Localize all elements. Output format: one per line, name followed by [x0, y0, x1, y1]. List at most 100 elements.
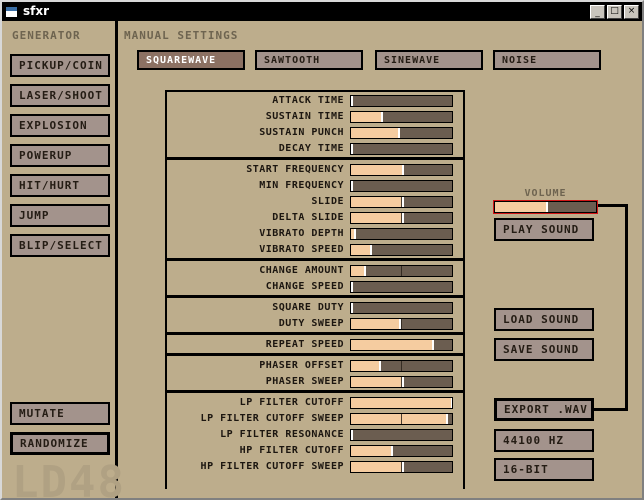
connector-line-vertical: [625, 204, 628, 411]
generator-button-jump[interactable]: JUMP: [10, 204, 110, 227]
param-row-decay-time: DECAY TIME: [165, 142, 465, 156]
generator-button-powerup[interactable]: POWERUP: [10, 144, 110, 167]
param-slider-knob-lp-filter-resonance: [351, 430, 353, 440]
panel-divider: [115, 21, 118, 498]
generator-button-blip-select[interactable]: BLIP/SELECT: [10, 234, 110, 257]
minimize-icon[interactable]: _: [590, 5, 605, 19]
param-row-phaser-sweep: PHASER SWEEP: [165, 375, 465, 389]
close-glyph: ×: [625, 5, 638, 17]
param-slider-knob-decay-time: [351, 144, 353, 154]
param-label-lp-filter-cutoff-sweep: LP FILTER CUTOFF SWEEP: [165, 413, 350, 425]
param-slider-phaser-sweep[interactable]: [350, 376, 453, 388]
param-slider-delta-slide[interactable]: [350, 212, 453, 224]
param-slider-attack-time[interactable]: [350, 95, 453, 107]
group-separator-duty-cycle: [165, 295, 465, 298]
param-slider-knob-phaser-offset: [379, 361, 381, 371]
param-slider-fill-delta-slide: [351, 213, 402, 223]
param-row-change-speed: CHANGE SPEED: [165, 280, 465, 294]
param-slider-slide[interactable]: [350, 196, 453, 208]
param-slider-knob-vibrato-speed: [370, 245, 372, 255]
param-slider-vibrato-speed[interactable]: [350, 244, 453, 256]
param-slider-change-speed[interactable]: [350, 281, 453, 293]
param-row-hp-filter-cutoff-sweep: HP FILTER CUTOFF SWEEP: [165, 460, 465, 474]
param-slider-square-duty[interactable]: [350, 302, 453, 314]
param-label-decay-time: DECAY TIME: [165, 143, 350, 155]
param-label-repeat-speed: REPEAT SPEED: [165, 339, 350, 351]
param-slider-fill-sustain-punch: [351, 128, 398, 138]
param-slider-min-frequency[interactable]: [350, 180, 453, 192]
load-sound-button[interactable]: LOAD SOUND: [494, 308, 594, 331]
wave-type-noise[interactable]: NOISE: [493, 50, 601, 70]
param-label-vibrato-speed: VIBRATO SPEED: [165, 244, 350, 256]
maximize-icon[interactable]: □: [607, 5, 622, 19]
param-label-square-duty: SQUARE DUTY: [165, 302, 350, 314]
param-slider-hp-filter-cutoff-sweep[interactable]: [350, 461, 453, 473]
param-row-attack-time: ATTACK TIME: [165, 94, 465, 108]
param-label-change-speed: CHANGE SPEED: [165, 281, 350, 293]
param-slider-fill-phaser-offset: [351, 361, 379, 371]
param-slider-start-frequency[interactable]: [350, 164, 453, 176]
window-controls: _ □ ×: [590, 5, 642, 19]
param-slider-fill-phaser-sweep: [351, 377, 402, 387]
param-slider-fill-vibrato-speed: [351, 245, 370, 255]
mutate-button[interactable]: MUTATE: [10, 402, 110, 425]
param-slider-fill-start-frequency: [351, 165, 402, 175]
param-row-vibrato-depth: VIBRATO DEPTH: [165, 227, 465, 241]
app-icon: [5, 6, 18, 18]
param-row-sustain-punch: SUSTAIN PUNCH: [165, 126, 465, 140]
param-label-lp-filter-cutoff: LP FILTER CUTOFF: [165, 397, 350, 409]
param-slider-decay-time[interactable]: [350, 143, 453, 155]
export-wav-button[interactable]: EXPORT .WAV: [494, 398, 594, 421]
volume-label: VOLUME: [494, 188, 597, 199]
param-slider-repeat-speed[interactable]: [350, 339, 453, 351]
connector-line-bottom: [594, 408, 628, 411]
bit-depth-button[interactable]: 16-BIT: [494, 458, 594, 481]
param-slider-sustain-time[interactable]: [350, 111, 453, 123]
group-separator-arpeggiation: [165, 258, 465, 261]
sfxr-window: sfxr _ □ × GENERATOR MANUAL SETTINGS PIC…: [0, 0, 644, 500]
param-slider-knob-duty-sweep: [399, 319, 401, 329]
wave-type-squarewave[interactable]: SQUAREWAVE: [137, 50, 245, 70]
param-slider-knob-lp-filter-cutoff-sweep: [446, 414, 448, 424]
group-separator-frequency: [165, 157, 465, 160]
close-icon[interactable]: ×: [624, 5, 639, 19]
param-label-hp-filter-cutoff: HP FILTER CUTOFF: [165, 445, 350, 457]
param-slider-lp-filter-cutoff-sweep[interactable]: [350, 413, 453, 425]
param-slider-fill-lp-filter-cutoff: [351, 398, 452, 408]
randomize-button[interactable]: RANDOMIZE: [10, 432, 110, 455]
group-separator-filters: [165, 390, 465, 393]
param-row-lp-filter-resonance: LP FILTER RESONANCE: [165, 428, 465, 442]
volume-slider[interactable]: [494, 201, 597, 213]
param-slider-sustain-punch[interactable]: [350, 127, 453, 139]
wave-type-sinewave[interactable]: SINEWAVE: [375, 50, 483, 70]
generator-button-explosion[interactable]: EXPLOSION: [10, 114, 110, 137]
param-slider-hp-filter-cutoff[interactable]: [350, 445, 453, 457]
generator-heading: GENERATOR: [12, 29, 81, 42]
param-slider-duty-sweep[interactable]: [350, 318, 453, 330]
param-label-delta-slide: DELTA SLIDE: [165, 212, 350, 224]
param-row-change-amount: CHANGE AMOUNT: [165, 264, 465, 278]
param-slider-phaser-offset[interactable]: [350, 360, 453, 372]
param-slider-fill-repeat-speed: [351, 340, 432, 350]
sample-rate-button[interactable]: 44100 HZ: [494, 429, 594, 452]
param-center-tick-change-amount: [401, 266, 402, 276]
param-slider-knob-hp-filter-cutoff-sweep: [402, 462, 404, 472]
param-slider-knob-start-frequency: [402, 165, 404, 175]
param-slider-lp-filter-cutoff[interactable]: [350, 397, 453, 409]
param-slider-knob-slide: [402, 197, 404, 207]
param-slider-lp-filter-resonance[interactable]: [350, 429, 453, 441]
param-slider-change-amount[interactable]: [350, 265, 453, 277]
param-slider-vibrato-depth[interactable]: [350, 228, 453, 240]
save-sound-button[interactable]: SAVE SOUND: [494, 338, 594, 361]
generator-button-laser-shoot[interactable]: LASER/SHOOT: [10, 84, 110, 107]
generator-button-pickup-coin[interactable]: PICKUP/COIN: [10, 54, 110, 77]
param-slider-knob-sustain-time: [381, 112, 383, 122]
play-sound-button[interactable]: PLAY SOUND: [494, 218, 594, 241]
param-row-vibrato-speed: VIBRATO SPEED: [165, 243, 465, 257]
param-row-sustain-time: SUSTAIN TIME: [165, 110, 465, 124]
title-bar: sfxr _ □ ×: [2, 2, 642, 21]
generator-button-hit-hurt[interactable]: HIT/HURT: [10, 174, 110, 197]
param-slider-knob-lp-filter-cutoff: [451, 398, 453, 408]
param-row-duty-sweep: DUTY SWEEP: [165, 317, 465, 331]
wave-type-sawtooth[interactable]: SAWTOOTH: [255, 50, 363, 70]
